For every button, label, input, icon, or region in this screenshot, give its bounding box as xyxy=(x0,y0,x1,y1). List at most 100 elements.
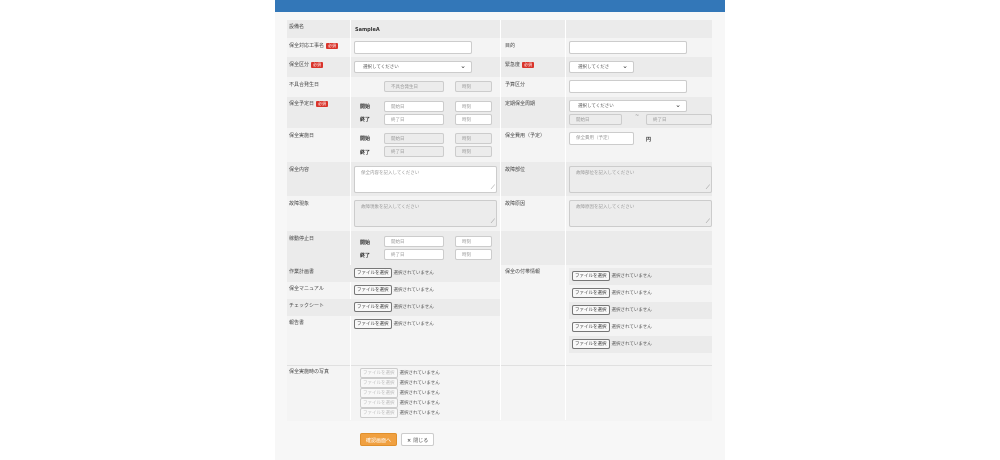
fault-part-label: 故障部位 xyxy=(505,167,526,173)
purpose-input[interactable] xyxy=(569,41,687,54)
equipment-label: 設備名 xyxy=(289,24,305,30)
checksheet-file[interactable]: ファイルを選択 選択されていません xyxy=(354,302,434,312)
extra-file-3[interactable]: ファイルを選択 選択されていません xyxy=(572,305,652,315)
resize-grip-icon[interactable]: ⟋ xyxy=(491,184,495,192)
photo-file-5[interactable]: ファイルを選択 選択されていません xyxy=(360,408,440,418)
defect-date-input[interactable]: 不具合発生日 xyxy=(384,81,444,92)
file-button[interactable]: ファイルを選択 xyxy=(354,285,392,295)
file-button[interactable]: ファイルを選択 xyxy=(360,408,398,418)
file-status: 選択されていません xyxy=(611,291,652,296)
extra-file-1[interactable]: ファイルを選択 選択されていません xyxy=(572,271,652,281)
category-select-value: 選択してください xyxy=(363,65,399,70)
report-file[interactable]: ファイルを選択 選択されていません xyxy=(354,319,434,329)
defect-time-input[interactable]: 時刻 xyxy=(455,81,492,92)
actual-end-label: 終了 xyxy=(360,150,371,156)
planned-start-time[interactable]: 時刻 xyxy=(455,101,492,112)
cause-textarea[interactable]: 故障原因を記入してください ⟋ xyxy=(569,200,712,227)
manual-file[interactable]: ファイルを選択 選択されていません xyxy=(354,285,434,295)
stop-start-time[interactable]: 時刻 xyxy=(455,236,492,247)
cost-label: 保全費用（予定） xyxy=(505,133,546,139)
file-status: 選択されていません xyxy=(399,411,440,416)
file-button[interactable]: ファイルを選択 xyxy=(360,378,398,388)
stop-end-date[interactable]: 終了日 xyxy=(384,249,444,260)
chevron-down-icon: ⌄ xyxy=(675,101,681,109)
extra-file-5[interactable]: ファイルを選択 選択されていません xyxy=(572,339,652,349)
planned-start-date[interactable]: 開始日 xyxy=(384,101,444,112)
cycle-select[interactable]: 選択してください ⌄ xyxy=(569,100,687,112)
resize-grip-icon[interactable]: ⟋ xyxy=(706,184,710,192)
photo-file-1[interactable]: ファイルを選択 選択されていません xyxy=(360,368,440,378)
fault-part-placeholder: 故障部位を記入してください xyxy=(576,171,635,176)
checksheet-label: チェックシート xyxy=(289,303,325,309)
actual-start-label: 開始 xyxy=(360,136,371,142)
file-button[interactable]: ファイルを選択 xyxy=(572,339,610,349)
file-button[interactable]: ファイルを選択 xyxy=(572,322,610,332)
category-select[interactable]: 選択してください ⌄ xyxy=(354,61,472,73)
work-name-input[interactable] xyxy=(354,41,472,54)
fault-part-textarea[interactable]: 故障部位を記入してください ⟋ xyxy=(569,166,712,193)
planned-label-text: 保全予定日 xyxy=(289,101,315,107)
cycle-select-value: 選択してください xyxy=(578,104,614,109)
work-plan-file[interactable]: ファイルを選択 選択されていません xyxy=(354,268,434,278)
required-badge: 必須 xyxy=(326,43,339,49)
stop-start-label: 開始 xyxy=(360,240,371,246)
planned-end-label: 終了 xyxy=(360,117,371,123)
file-status: 選択されていません xyxy=(399,381,440,386)
phenomenon-placeholder: 故障現象を記入してください xyxy=(361,205,420,210)
urgency-select[interactable]: 選択してくださ ⌄ xyxy=(569,61,634,73)
cause-placeholder: 故障原因を記入してください xyxy=(576,205,635,210)
cost-input[interactable]: 保全費用（予定） xyxy=(569,132,634,145)
close-icon: × xyxy=(407,438,412,444)
planned-end-date[interactable]: 終了日 xyxy=(384,114,444,125)
chevron-down-icon: ⌄ xyxy=(622,62,628,70)
file-button[interactable]: ファイルを選択 xyxy=(360,388,398,398)
file-button[interactable]: ファイルを選択 xyxy=(354,319,392,329)
photo-file-3[interactable]: ファイルを選択 選択されていません xyxy=(360,388,440,398)
file-button[interactable]: ファイルを選択 xyxy=(360,398,398,408)
cycle-end-input[interactable]: 終了日 xyxy=(646,114,712,125)
actual-end-time[interactable]: 時刻 xyxy=(455,146,492,157)
file-status: 選択されていません xyxy=(393,305,434,310)
category-label: 保全区分 必須 xyxy=(289,61,324,68)
work-name-label-text: 保全対応工事名 xyxy=(289,43,325,49)
file-button[interactable]: ファイルを選択 xyxy=(360,368,398,378)
cycle-start-input[interactable]: 開始日 xyxy=(569,114,622,125)
file-status: 選択されていません xyxy=(611,342,652,347)
close-button[interactable]: × 閉じる xyxy=(401,433,435,446)
file-button[interactable]: ファイルを選択 xyxy=(354,268,392,278)
stop-end-label: 終了 xyxy=(360,253,371,259)
planned-end-time[interactable]: 時刻 xyxy=(455,114,492,125)
extra-file-2[interactable]: ファイルを選択 選択されていません xyxy=(572,288,652,298)
confirm-button[interactable]: 確認画面へ xyxy=(360,433,398,446)
work-name-label: 保全対応工事名 必須 xyxy=(289,42,339,49)
work-plan-label: 作業計画書 xyxy=(289,269,315,275)
actual-start-date[interactable]: 開始日 xyxy=(384,133,444,144)
chevron-down-icon: ⌄ xyxy=(460,62,466,70)
extra-label: 保全の付帯情報 xyxy=(505,269,541,275)
photo-file-4[interactable]: ファイルを選択 選択されていません xyxy=(360,398,440,408)
content-placeholder: 保全内容を記入してください xyxy=(361,171,420,176)
extra-file-4[interactable]: ファイルを選択 選択されていません xyxy=(572,322,652,332)
photo-file-2[interactable]: ファイルを選択 選択されていません xyxy=(360,378,440,388)
header-bar xyxy=(275,0,725,12)
stop-start-date[interactable]: 開始日 xyxy=(384,236,444,247)
manual-label: 保全マニュアル xyxy=(289,286,324,292)
cycle-tilde: ~ xyxy=(635,113,640,119)
cycle-label: 定期保全周期 xyxy=(505,101,536,107)
file-button[interactable]: ファイルを選択 xyxy=(572,271,610,281)
form-page: 設備名 SampleA 保全対応工事名 必須 目的 保全区分 必須 選択してください… xyxy=(275,0,725,460)
urgency-label-text: 緊急度 xyxy=(505,62,521,68)
actual-end-date[interactable]: 終了日 xyxy=(384,146,444,157)
required-badge: 必須 xyxy=(522,62,535,68)
file-button[interactable]: ファイルを選択 xyxy=(354,302,392,312)
cost-unit: 円 xyxy=(646,137,652,143)
file-button[interactable]: ファイルを選択 xyxy=(572,305,610,315)
actual-start-time[interactable]: 時刻 xyxy=(455,133,492,144)
budget-input[interactable] xyxy=(569,80,687,93)
stop-end-time[interactable]: 時刻 xyxy=(455,249,492,260)
resize-grip-icon[interactable]: ⟋ xyxy=(491,218,495,226)
content-textarea[interactable]: 保全内容を記入してください ⟋ xyxy=(354,166,497,193)
file-button[interactable]: ファイルを選択 xyxy=(572,288,610,298)
phenomenon-textarea[interactable]: 故障現象を記入してください ⟋ xyxy=(354,200,497,227)
resize-grip-icon[interactable]: ⟋ xyxy=(706,218,710,226)
